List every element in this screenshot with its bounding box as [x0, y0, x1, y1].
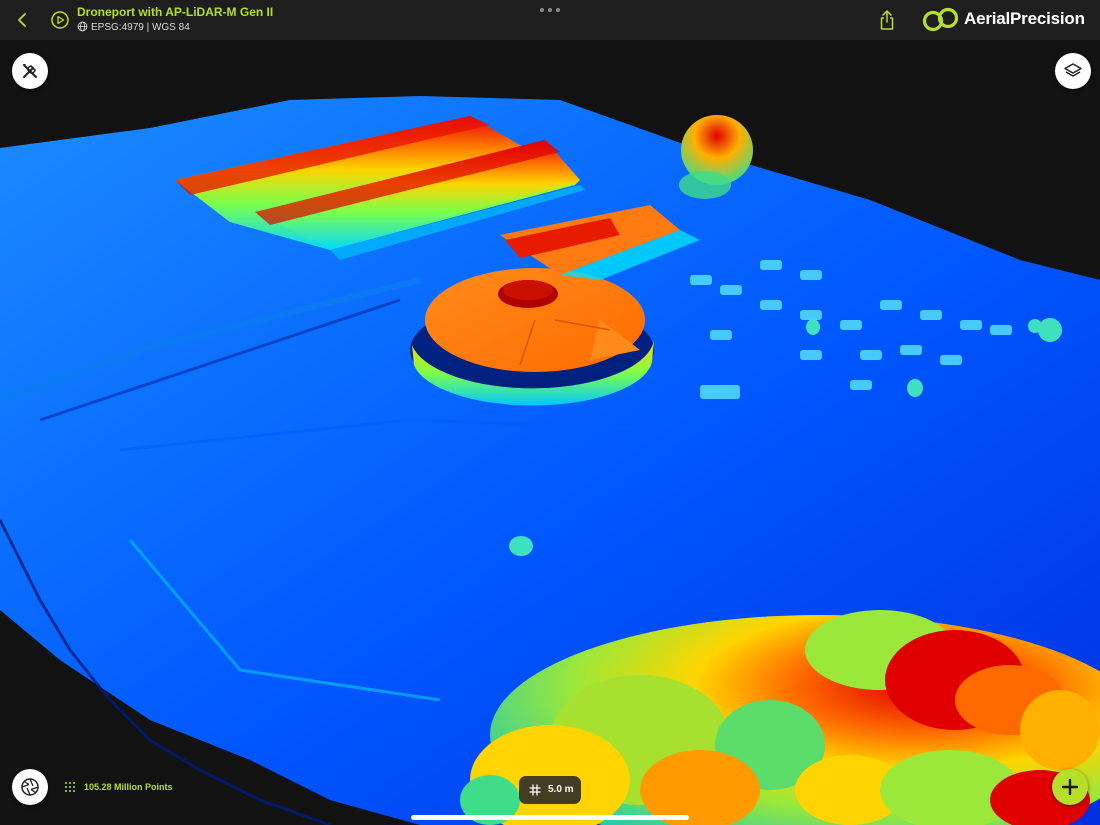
tools-icon [23, 64, 37, 78]
grid-size-value: 5.0 m [548, 784, 574, 795]
more-options-button[interactable] [538, 4, 562, 16]
chevron-left-icon [18, 13, 26, 27]
aerialprecision-logo-icon [922, 7, 959, 32]
ellipsis-icon [540, 8, 544, 12]
back-button[interactable] [14, 10, 32, 30]
share-icon [880, 10, 894, 30]
top-bar: Droneport with AP-LiDAR-M Gen II EPSG:49… [0, 0, 1100, 40]
crs-text: EPSG:4979 | WGS 84 [91, 22, 190, 33]
aperture-icon [21, 778, 39, 796]
tools-button[interactable] [12, 53, 48, 89]
globe-icon [77, 21, 88, 32]
snapshot-button[interactable] [12, 769, 48, 805]
point-count-indicator: 105.28 Million Points [64, 781, 173, 793]
project-title: Droneport with AP-LiDAR-M Gen II [77, 5, 274, 19]
ellipsis-dot [556, 8, 560, 12]
point-cloud-viewport[interactable] [0, 40, 1100, 825]
brand-name: AerialPrecision [964, 9, 1085, 28]
grid-size-toggle[interactable]: 5.0 m [519, 776, 581, 804]
ellipsis-dot [548, 8, 552, 12]
share-button[interactable] [877, 9, 897, 31]
home-indicator[interactable] [411, 815, 689, 820]
plus-icon [1061, 778, 1079, 796]
grid-icon [529, 784, 541, 796]
point-cloud-icon [65, 782, 75, 792]
add-button[interactable] [1052, 769, 1088, 805]
layers-button[interactable] [1055, 53, 1091, 89]
crs-info: EPSG:4979 | WGS 84 [77, 21, 190, 33]
point-count-text: 105.28 Million Points [84, 782, 173, 792]
layers-icon [1064, 63, 1082, 77]
play-circle-icon [51, 11, 69, 29]
